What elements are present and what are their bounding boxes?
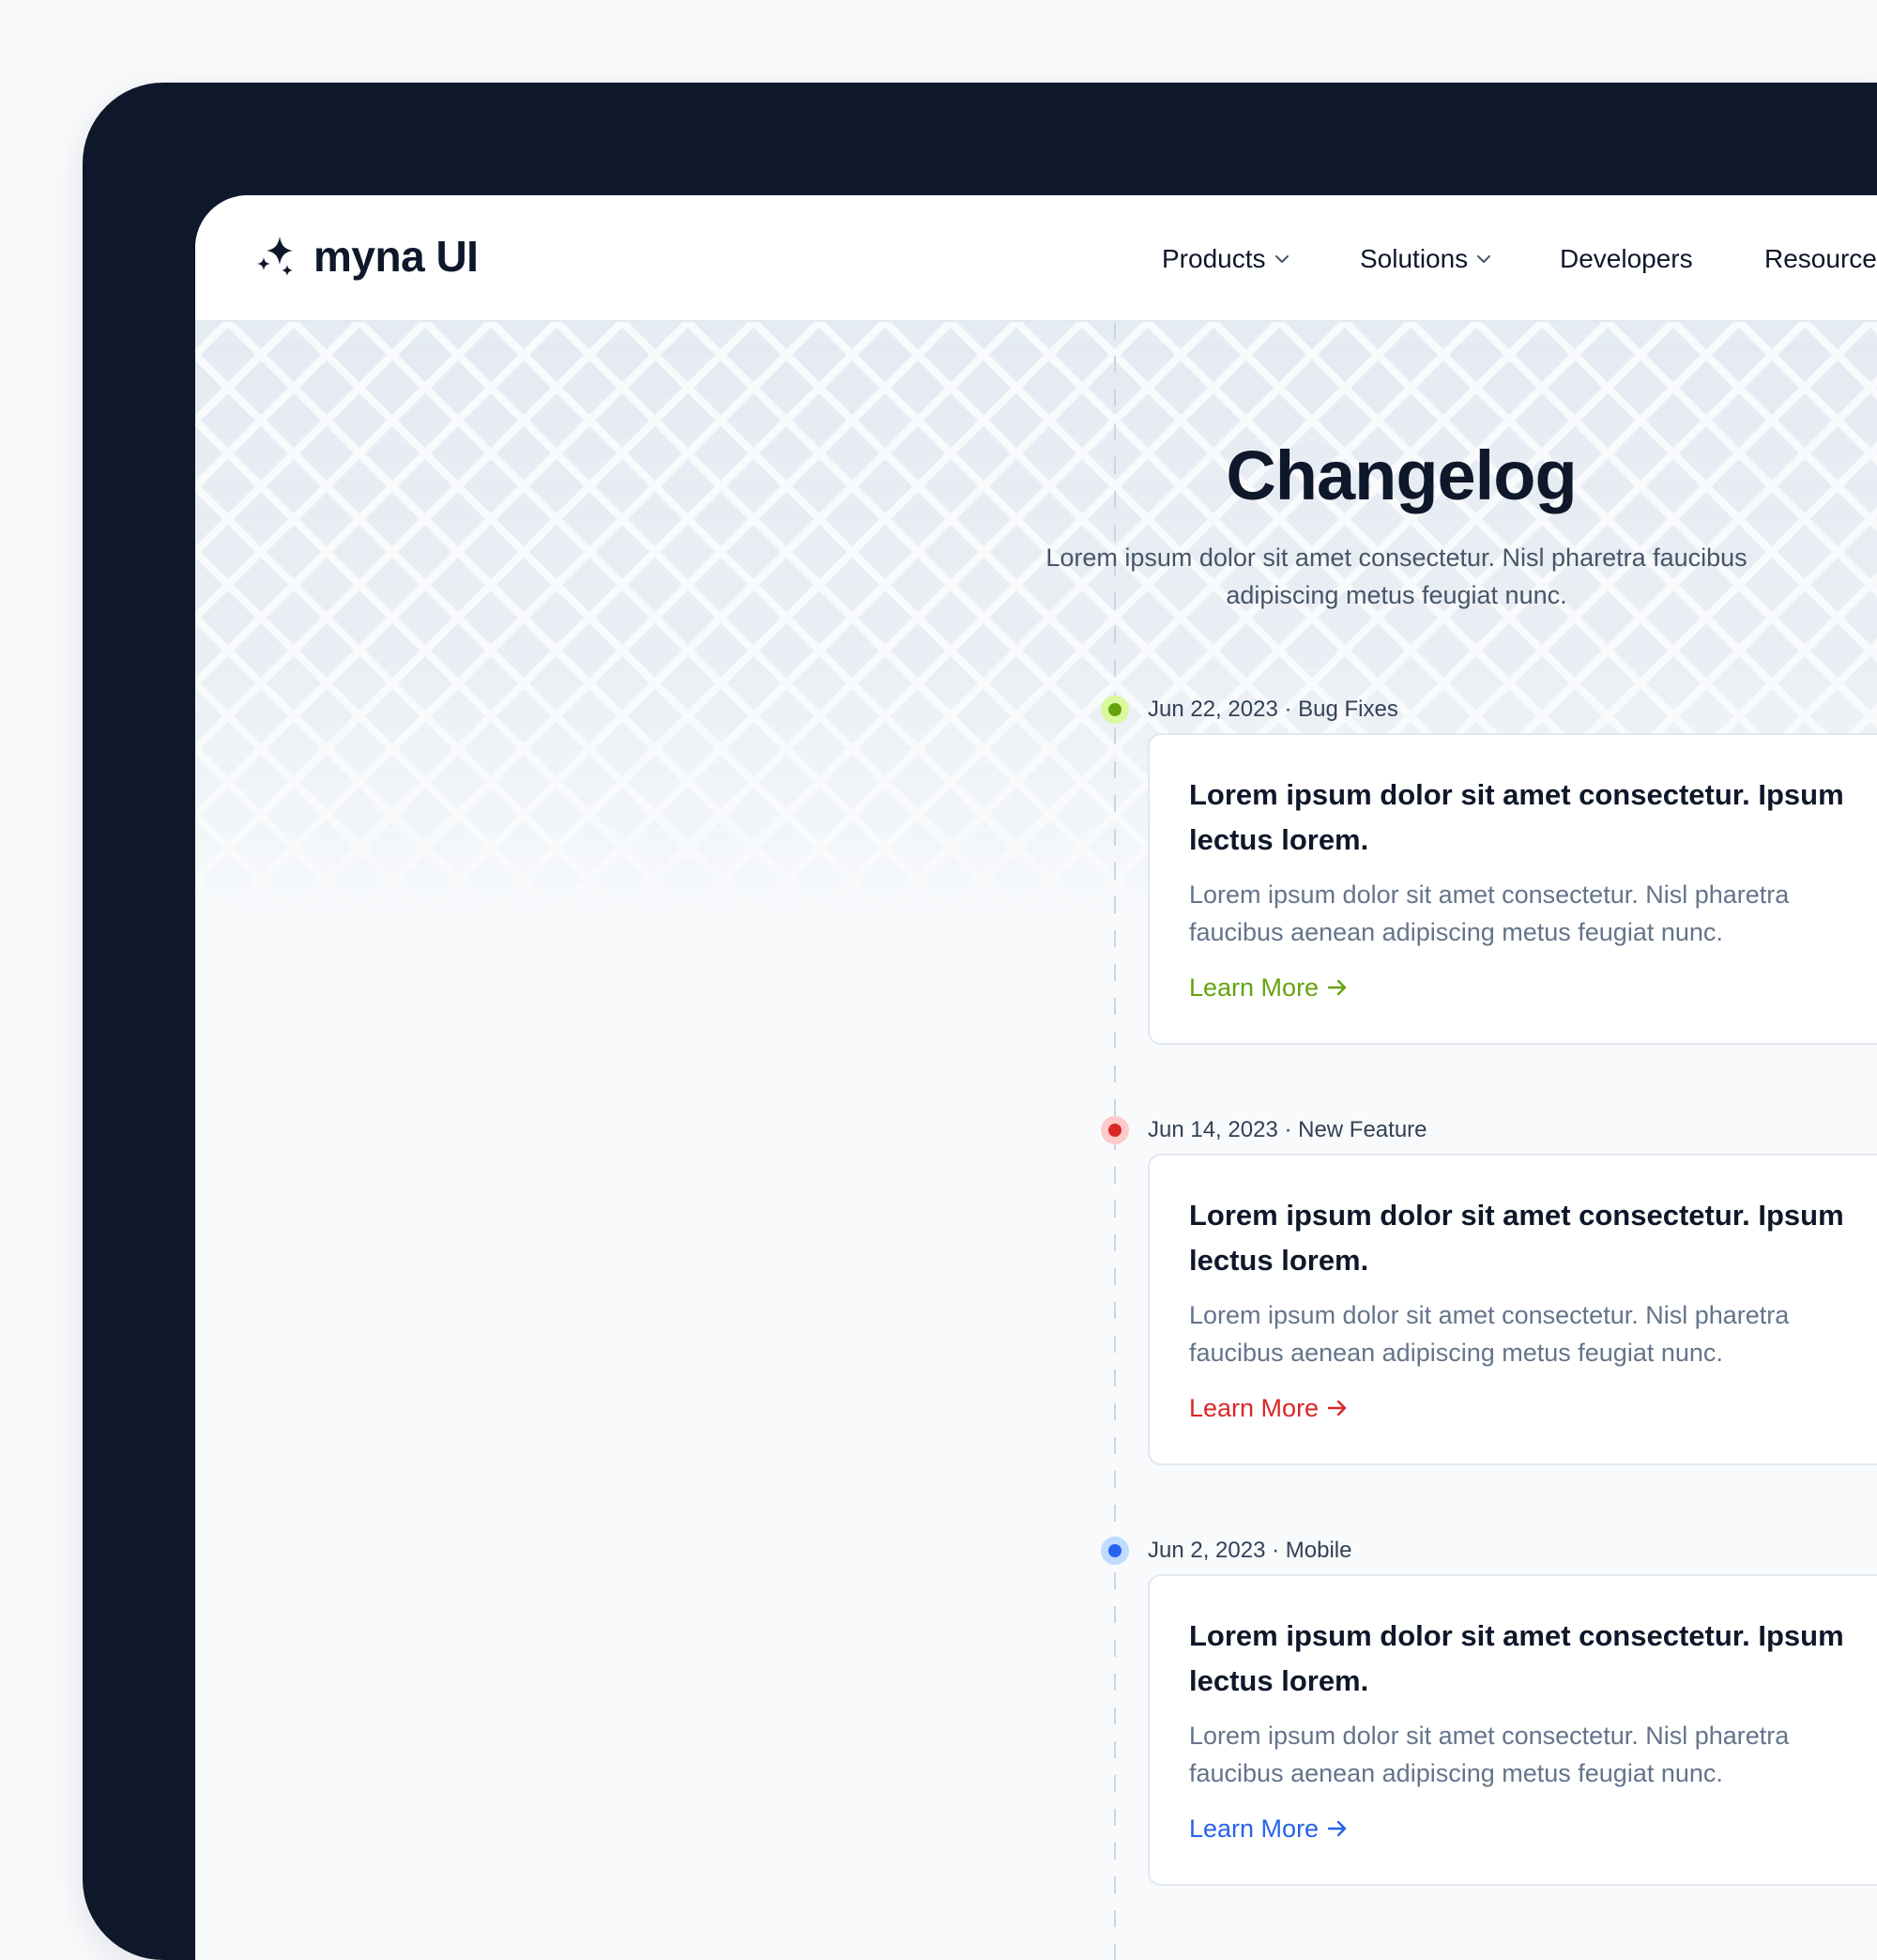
page-subtitle: Lorem ipsum dolor sit amet consectetur. … [1045, 544, 1747, 609]
entry-meta: Jun 2, 2023 · Mobile [1148, 1538, 1352, 1563]
card-heading: Lorem ipsum dolor sit amet consectetur. … [1189, 1199, 1844, 1277]
learn-more-label: Learn More [1189, 973, 1320, 1002]
nav-item-label: Solutions [1360, 244, 1469, 273]
changelog-entry: Jun 22, 2023 · Bug Fixes Lorem ipsum dol… [195, 696, 1877, 1090]
learn-more-link[interactable]: Learn More [1189, 1813, 1349, 1845]
card-body: Lorem ipsum dolor sit amet consectetur. … [1189, 1301, 1790, 1367]
arrow-right-icon [1327, 979, 1347, 996]
learn-more-link[interactable]: Learn More [1189, 1392, 1349, 1424]
changelog-card: Lorem ipsum dolor sit amet consectetur. … [1148, 1574, 1877, 1886]
learn-more-label: Learn More [1189, 1394, 1320, 1422]
card-heading: Lorem ipsum dolor sit amet consectetur. … [1189, 778, 1844, 856]
card-body: Lorem ipsum dolor sit amet consectetur. … [1189, 1722, 1790, 1787]
timeline-dot [1101, 1116, 1129, 1144]
nav-item-products[interactable]: Products [1162, 242, 1290, 276]
nav-item-label: Developers [1560, 244, 1693, 273]
page-title: Changelog [1226, 436, 1577, 514]
learn-more-label: Learn More [1189, 1815, 1320, 1843]
chevron-down-icon [1477, 255, 1491, 264]
entry-meta: Jun 14, 2023 · New Feature [1148, 1117, 1427, 1142]
nav-item-developers[interactable]: Developers [1560, 242, 1693, 276]
nav-item-solutions[interactable]: Solutions [1360, 242, 1492, 276]
brand-logo[interactable]: myna UI [253, 232, 479, 281]
timeline-dot [1101, 696, 1129, 724]
top-navigation-bar: myna UI Products Solutions Developers Re… [195, 195, 1877, 322]
nav-item-label: Resources [1764, 244, 1877, 273]
card-body: Lorem ipsum dolor sit amet consectetur. … [1189, 880, 1790, 946]
arrow-right-icon [1327, 1400, 1347, 1416]
chevron-down-icon [1274, 255, 1289, 264]
timeline-dot [1101, 1537, 1129, 1565]
device-frame: myna UI Products Solutions Developers Re… [83, 83, 1877, 1960]
changelog-card: Lorem ipsum dolor sit amet consectetur. … [1148, 733, 1877, 1045]
changelog-card: Lorem ipsum dolor sit amet consectetur. … [1148, 1154, 1877, 1465]
entry-meta: Jun 22, 2023 · Bug Fixes [1148, 697, 1398, 722]
nav-item-resources[interactable]: Resources [1764, 242, 1877, 276]
arrow-right-icon [1327, 1820, 1347, 1837]
learn-more-link[interactable]: Learn More [1189, 972, 1349, 1003]
brand-name: myna UI [313, 232, 479, 281]
app-screen: myna UI Products Solutions Developers Re… [195, 195, 1877, 1960]
changelog-entry: Jun 14, 2023 · New Feature Lorem ipsum d… [195, 1116, 1877, 1510]
sparkles-icon [257, 237, 293, 276]
card-heading: Lorem ipsum dolor sit amet consectetur. … [1189, 1619, 1844, 1697]
changelog-entry: Jun 2, 2023 · Mobile Lorem ipsum dolor s… [195, 1537, 1877, 1931]
nav-item-label: Products [1162, 244, 1266, 273]
